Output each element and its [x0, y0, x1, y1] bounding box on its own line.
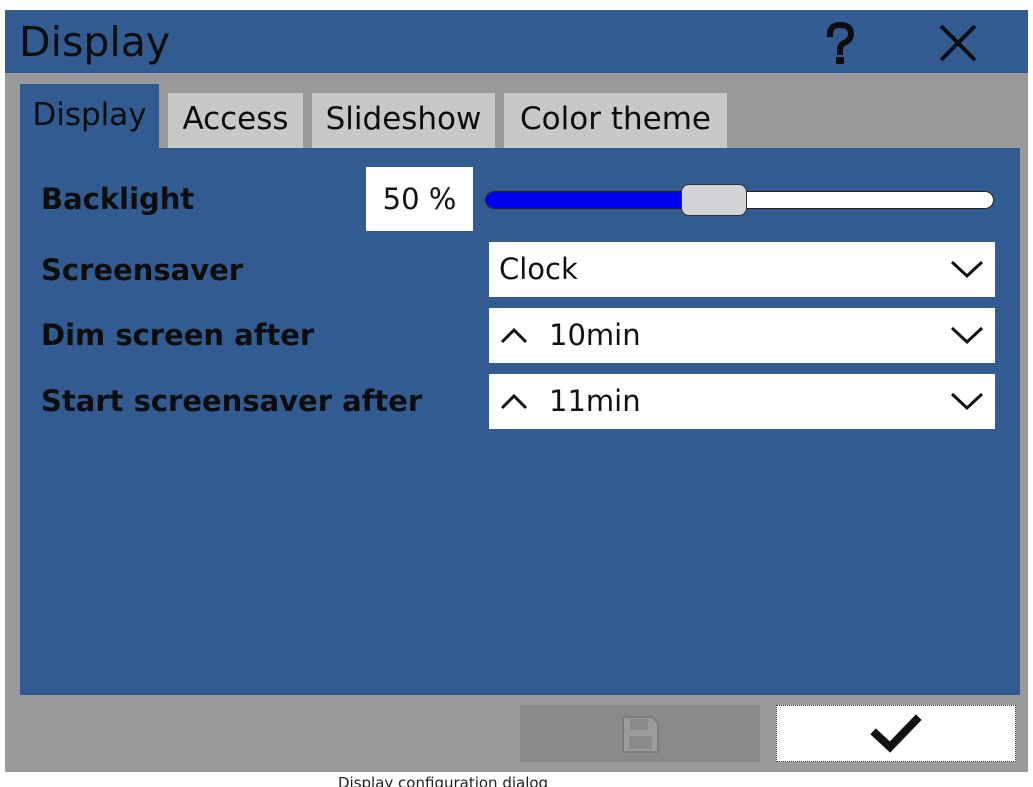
title-bar: Display: [5, 10, 1028, 73]
help-button[interactable]: [815, 18, 865, 68]
start-screensaver-value: 11min: [549, 384, 641, 418]
backlight-label: Backlight: [41, 182, 195, 216]
dim-screen-label: Dim screen after: [41, 318, 315, 352]
close-icon: [939, 24, 977, 62]
screensaver-select[interactable]: Clock: [489, 242, 995, 297]
dim-screen-select[interactable]: 10min: [489, 308, 995, 363]
tab-color-theme[interactable]: Color theme: [504, 93, 727, 148]
chevron-down-icon: [950, 260, 984, 279]
chevron-up-icon[interactable]: [499, 322, 529, 348]
chevron-down-icon[interactable]: [949, 322, 985, 348]
tab-access[interactable]: Access: [168, 93, 303, 148]
close-button[interactable]: [933, 18, 983, 68]
settings-panel: Backlight 50 % Screensaver Clock Dim scr…: [20, 148, 1020, 695]
checkmark-icon: [870, 714, 922, 753]
image-caption: Display configuration dialog: [0, 772, 1033, 787]
dim-screen-value: 10min: [549, 318, 641, 352]
floppy-disk-icon: [622, 716, 659, 753]
start-screensaver-label: Start screensaver after: [41, 384, 423, 418]
chevron-down-icon[interactable]: [949, 388, 985, 414]
screensaver-value: Clock: [499, 252, 578, 286]
backlight-slider-thumb[interactable]: [681, 184, 747, 216]
backlight-value: 50 %: [366, 167, 473, 231]
ok-button[interactable]: [776, 705, 1016, 762]
screensaver-label: Screensaver: [41, 253, 244, 287]
question-mark-icon: [826, 21, 855, 64]
tab-display[interactable]: Display: [20, 84, 159, 158]
tab-slideshow[interactable]: Slideshow: [312, 93, 495, 148]
caption-text: Display configuration dialog: [338, 774, 549, 787]
start-screensaver-select[interactable]: 11min: [489, 374, 995, 429]
save-button[interactable]: [520, 705, 760, 762]
dialog-title: Display: [19, 18, 171, 66]
chevron-up-icon[interactable]: [499, 388, 529, 414]
display-dialog: Display Display Access Slideshow Color t…: [5, 10, 1028, 777]
